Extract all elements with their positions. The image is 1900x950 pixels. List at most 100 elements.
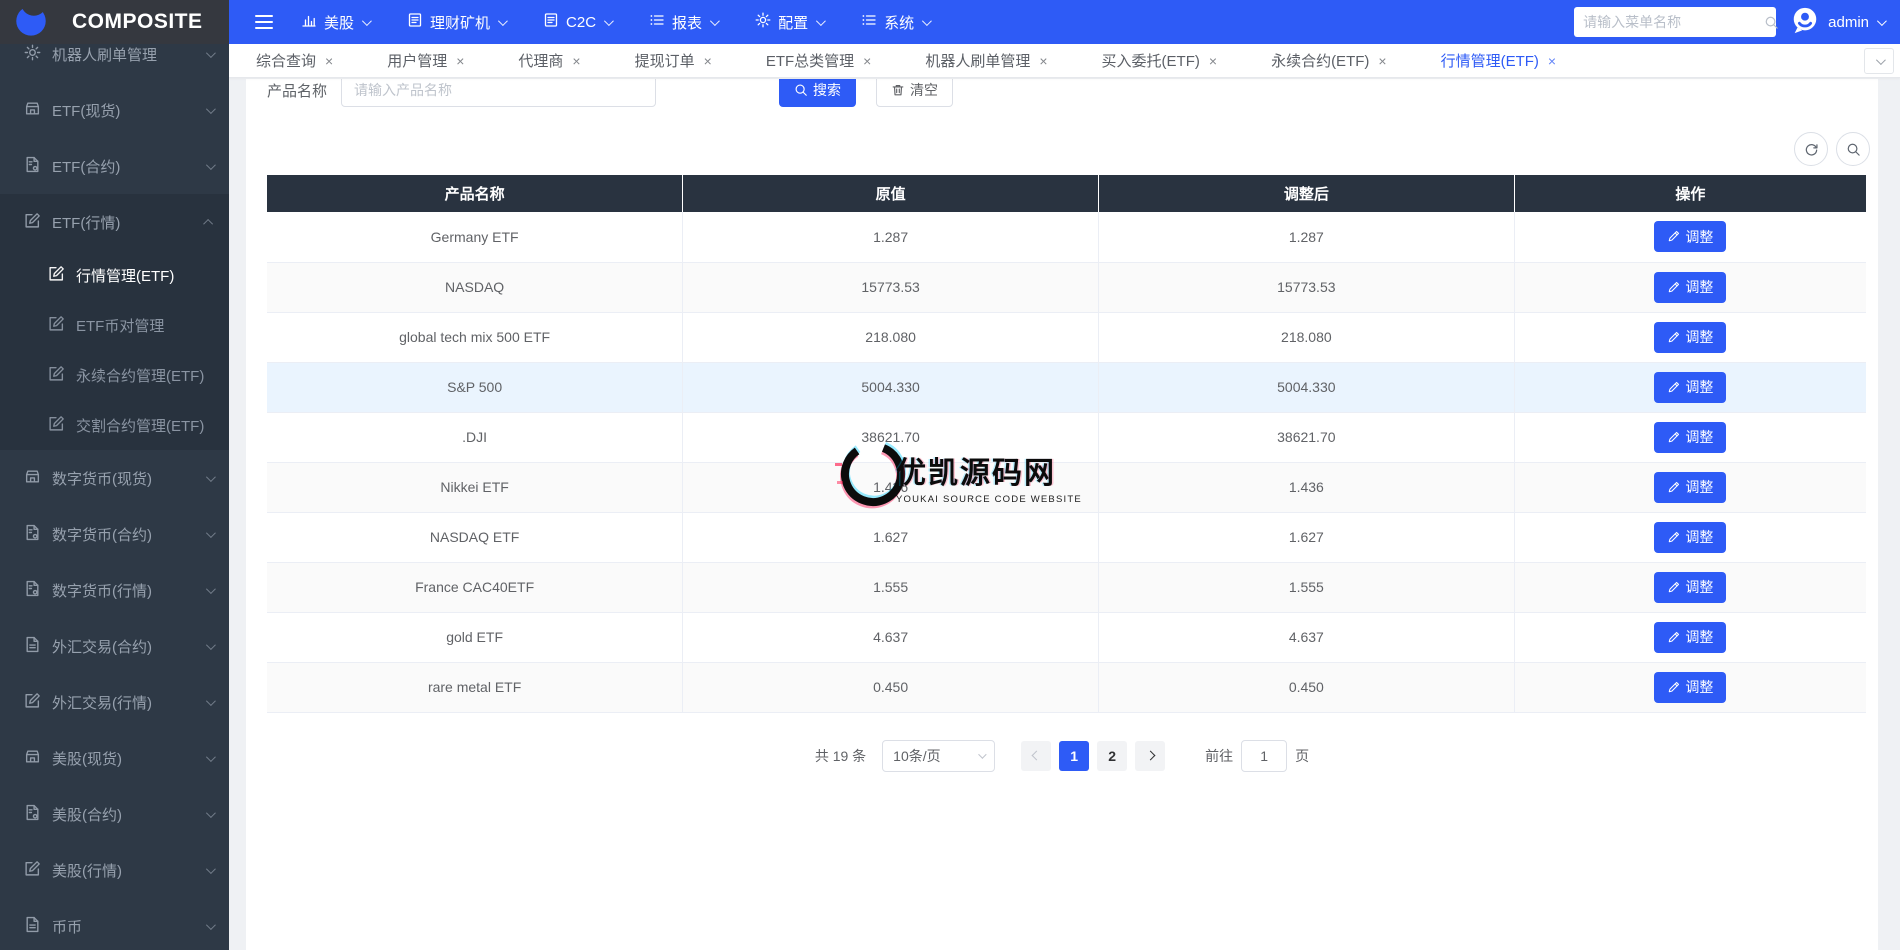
sidebar-item[interactable]: 数字货币(行情): [0, 562, 229, 618]
close-icon[interactable]: [1378, 54, 1386, 68]
sidebar-item[interactable]: 外汇交易(合约): [0, 618, 229, 674]
hamburger-menu-icon[interactable]: [255, 15, 273, 29]
sidebar-item[interactable]: 数字货币(现货): [0, 450, 229, 506]
workspace-tab[interactable]: 永续合约(ETF): [1244, 44, 1414, 77]
username: admin: [1828, 13, 1869, 31]
refresh-icon: [1804, 142, 1819, 157]
gear-icon: [24, 44, 41, 65]
nav-menu-item[interactable]: C2C: [543, 12, 614, 32]
cell-original-value: 15773.53: [682, 262, 1099, 313]
cell-actions: 调整: [1514, 462, 1866, 513]
tab-overflow-button[interactable]: [1864, 48, 1894, 74]
workspace-tab[interactable]: 代理商: [491, 44, 607, 77]
workspace-tab[interactable]: 用户管理: [360, 44, 491, 77]
workspace-tab[interactable]: 行情管理(ETF): [1414, 44, 1584, 77]
sidebar-item[interactable]: 美股(行情): [0, 842, 229, 898]
pagination: 共 19 条 10条/页 1 2 前往 页: [246, 739, 1878, 772]
page-size-select[interactable]: 10条/页: [882, 739, 996, 772]
nav-menu-item[interactable]: 理财矿机: [407, 12, 508, 33]
edit-icon: [48, 415, 65, 436]
close-icon[interactable]: [1209, 54, 1217, 68]
page-number-button[interactable]: 1: [1059, 740, 1090, 771]
content-area: 产品名称 搜索 清空 产品名称 原值: [229, 79, 1900, 950]
sidebar-item[interactable]: 机器人刷单管理: [0, 44, 229, 82]
refresh-button[interactable]: [1794, 132, 1828, 166]
table-row: NASDAQ 15773.53 15773.53 调整: [267, 262, 1866, 313]
search-form: 产品名称 搜索 清空: [246, 79, 1878, 107]
chevron-icon: [205, 471, 216, 482]
close-icon[interactable]: [456, 54, 464, 68]
close-icon[interactable]: [1548, 54, 1556, 68]
chevron-icon: [205, 47, 216, 58]
cell-adjusted-value: 0.450: [1098, 662, 1515, 713]
cell-actions: 调整: [1514, 662, 1866, 713]
cell-actions: 调整: [1514, 212, 1866, 263]
close-icon[interactable]: [1039, 54, 1047, 68]
nav-menu-item[interactable]: 美股: [301, 12, 372, 33]
table-row: France CAC40ETF 1.555 1.555 调整: [267, 562, 1866, 613]
edit-icon: [48, 315, 65, 336]
goto-page-input[interactable]: [1241, 739, 1288, 772]
next-page-button[interactable]: [1135, 740, 1166, 771]
tab-bar: 综合查询 用户管理 代理商 提现订单 ETF总类管理 机器人刷单管理 买入委托(…: [229, 44, 1900, 78]
adjust-button[interactable]: 调整: [1654, 671, 1727, 703]
page-number-button[interactable]: 2: [1097, 740, 1128, 771]
adjust-button[interactable]: 调整: [1654, 321, 1727, 353]
sidebar-item[interactable]: ETF(行情): [0, 194, 229, 250]
table-tools: [1794, 132, 1870, 166]
search-button[interactable]: 搜索: [779, 79, 857, 107]
workspace-tab[interactable]: 提现订单: [608, 44, 739, 77]
cell-adjusted-value: 38621.70: [1098, 412, 1515, 463]
sidebar-item[interactable]: ETF(合约): [0, 138, 229, 194]
close-icon[interactable]: [863, 54, 871, 68]
menu-search-input[interactable]: [1583, 14, 1765, 30]
nav-menu-item[interactable]: 报表: [649, 12, 720, 33]
pencil-icon: [1667, 281, 1680, 294]
sidebar-item[interactable]: 美股(合约): [0, 786, 229, 842]
adjust-button[interactable]: 调整: [1654, 371, 1727, 403]
sidebar-item[interactable]: ETF(现货): [0, 82, 229, 138]
close-icon[interactable]: [572, 54, 580, 68]
chevron-down-icon: [978, 749, 987, 759]
close-icon[interactable]: [325, 54, 333, 68]
user-menu[interactable]: admin: [1790, 5, 1887, 39]
prev-page-button[interactable]: [1021, 740, 1052, 771]
chevron-left-icon: [1031, 750, 1042, 761]
workspace-tab[interactable]: ETF总类管理: [739, 44, 899, 77]
product-name-input[interactable]: [341, 79, 657, 107]
nav-menu-item[interactable]: 配置: [755, 12, 826, 33]
cell-original-value: 4.637: [682, 612, 1099, 663]
clear-button[interactable]: 清空: [876, 79, 954, 107]
sidebar-item[interactable]: 永续合约管理(ETF): [0, 350, 229, 400]
adjust-button[interactable]: 调整: [1654, 621, 1727, 653]
adjust-button[interactable]: 调整: [1654, 471, 1727, 503]
sidebar-item[interactable]: 交割合约管理(ETF): [0, 400, 229, 450]
cell-adjusted-value: 1.627: [1098, 512, 1515, 563]
column-search-button[interactable]: [1836, 132, 1870, 166]
chevron-down-icon: [816, 15, 826, 26]
workspace-tab[interactable]: 买入委托(ETF): [1075, 44, 1245, 77]
sidebar-item[interactable]: 美股(现货): [0, 730, 229, 786]
adjust-button[interactable]: 调整: [1654, 571, 1727, 603]
sidebar-item[interactable]: ETF币对管理: [0, 300, 229, 350]
close-icon[interactable]: [704, 54, 712, 68]
chevron-icon: [203, 218, 214, 229]
cell-original-value: 1.627: [682, 512, 1099, 563]
cell-product-name: NASDAQ ETF: [267, 512, 684, 563]
adjust-button[interactable]: 调整: [1654, 521, 1727, 553]
sidebar-item[interactable]: 行情管理(ETF): [0, 250, 229, 300]
sidebar-item[interactable]: 数字货币(合约): [0, 506, 229, 562]
workspace-tab[interactable]: 综合查询: [229, 44, 360, 77]
nav-menu-item[interactable]: 系统: [861, 12, 932, 33]
adjust-button[interactable]: 调整: [1654, 221, 1727, 253]
sidebar-item[interactable]: 外汇交易(行情): [0, 674, 229, 730]
table-row: Nikkei ETF 1.436 1.436 调整: [267, 462, 1866, 513]
sidebar-item[interactable]: 币币: [0, 898, 229, 950]
cell-adjusted-value: 218.080: [1098, 312, 1515, 363]
brand-logo-crescent-icon: [12, 1, 50, 44]
adjust-button[interactable]: 调整: [1654, 421, 1727, 453]
adjust-button[interactable]: 调整: [1654, 271, 1727, 303]
workspace-tab[interactable]: 机器人刷单管理: [898, 44, 1074, 77]
trash-icon: [891, 83, 905, 97]
cell-actions: 调整: [1514, 612, 1866, 663]
